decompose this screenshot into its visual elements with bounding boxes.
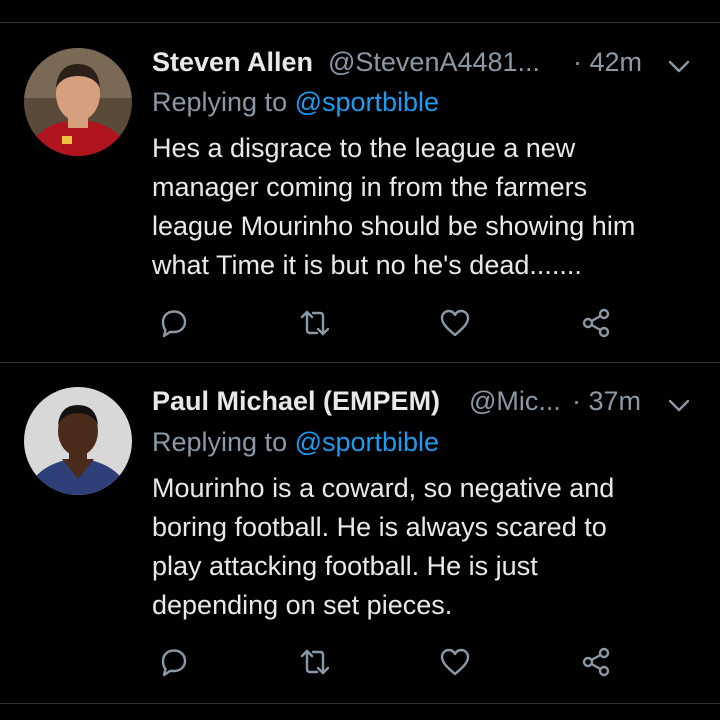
mention-link[interactable]: @sportbible <box>295 427 439 457</box>
share-icon[interactable] <box>579 645 613 679</box>
chevron-down-icon[interactable] <box>666 389 692 415</box>
reply-icon[interactable] <box>157 645 191 679</box>
tweet-text: Mourinho is a coward, so negative and bo… <box>152 469 712 625</box>
tweet-text: Hes a disgrace to the league a new manag… <box>152 129 712 285</box>
retweet-icon[interactable] <box>298 645 332 679</box>
tweet-text-line: what Time it is but no he's dead....... <box>152 250 582 280</box>
like-icon[interactable] <box>438 306 472 340</box>
tweet-item[interactable]: Paul Michael (EMPEM) @Mic... · 37m Reply… <box>0 363 720 703</box>
reply-icon[interactable] <box>157 306 191 340</box>
tweet-text-line: Mourinho is a coward, so negative and <box>152 473 615 503</box>
avatar-image <box>24 48 132 156</box>
avatar[interactable] <box>24 387 132 495</box>
replying-prefix: Replying to <box>152 87 295 117</box>
tweet-text-line: boring football. He is always scared to <box>152 512 607 542</box>
mention-link[interactable]: @sportbible <box>295 87 439 117</box>
tweet-text-line: depending on set pieces. <box>152 590 453 620</box>
tweet-text-line: manager coming in from the farmers <box>152 172 588 202</box>
chevron-down-icon[interactable] <box>666 50 692 76</box>
share-icon[interactable] <box>579 306 613 340</box>
author-name[interactable]: Steven Allen <box>152 42 313 82</box>
tweet-header: Paul Michael (EMPEM) @Mic... · 37m <box>152 381 720 421</box>
tweet-item[interactable]: Steven Allen @StevenA4481... · 42m Reply… <box>0 0 720 362</box>
tweet-time[interactable]: · 37m <box>572 381 641 421</box>
tweet-text-line: league Mourinho should be showing him <box>152 211 636 241</box>
replying-prefix: Replying to <box>152 427 295 457</box>
replying-to: Replying to @sportbible <box>152 422 439 462</box>
author-name[interactable]: Paul Michael (EMPEM) <box>152 381 440 421</box>
author-handle[interactable]: @Mic... <box>469 381 561 421</box>
tweet-header: Steven Allen @StevenA4481... · 42m <box>152 42 720 82</box>
like-icon[interactable] <box>438 645 472 679</box>
author-handle[interactable]: @StevenA4481... <box>328 42 540 82</box>
tweet-divider <box>0 703 720 704</box>
replying-to: Replying to @sportbible <box>152 82 439 122</box>
avatar[interactable] <box>24 48 132 156</box>
avatar-image <box>24 387 132 495</box>
tweet-text-line: play attacking football. He is just <box>152 551 538 581</box>
retweet-icon[interactable] <box>298 306 332 340</box>
tweet-text-line: Hes a disgrace to the league a new <box>152 133 576 163</box>
tweet-time[interactable]: · 42m <box>573 42 642 82</box>
